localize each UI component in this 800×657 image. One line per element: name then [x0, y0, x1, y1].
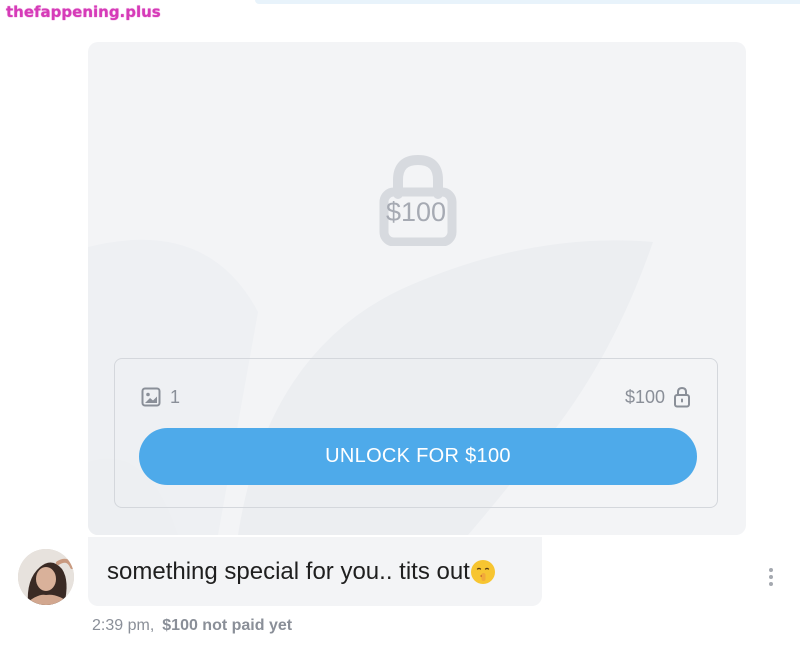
more-vertical-icon: [769, 568, 773, 572]
avatar-image: [18, 549, 74, 605]
price-value: $100: [624, 386, 665, 407]
price-indicator: $100: [625, 386, 691, 408]
image-icon: [141, 387, 161, 407]
message-bubble: something special for you.. tits out: [88, 537, 542, 606]
lock-icon: [674, 386, 690, 408]
media-count: 1: [141, 386, 180, 408]
payment-status: $100 not paid yet: [162, 617, 293, 634]
message-text: something special for you.. tits out: [107, 557, 470, 585]
watermark-logo: thefappening.plus: [2, 2, 165, 23]
top-divider: [255, 0, 800, 4]
avatar[interactable]: [18, 549, 74, 605]
message-meta: 2:39 pm, $100 not paid yet: [92, 616, 292, 636]
shushing-face-emoji: [470, 559, 495, 584]
media-count-value: 1: [170, 386, 181, 407]
more-options-button[interactable]: [762, 564, 780, 590]
locked-price-label: $100: [385, 197, 447, 227]
message-time: 2:39 pm,: [92, 617, 155, 634]
unlock-button[interactable]: UNLOCK FOR $100: [139, 428, 697, 485]
locked-media-card[interactable]: $100 1 $100 UNLOCK FOR $100: [88, 42, 746, 535]
unlock-panel: 1 $100 UNLOCK FOR $100: [114, 358, 718, 508]
